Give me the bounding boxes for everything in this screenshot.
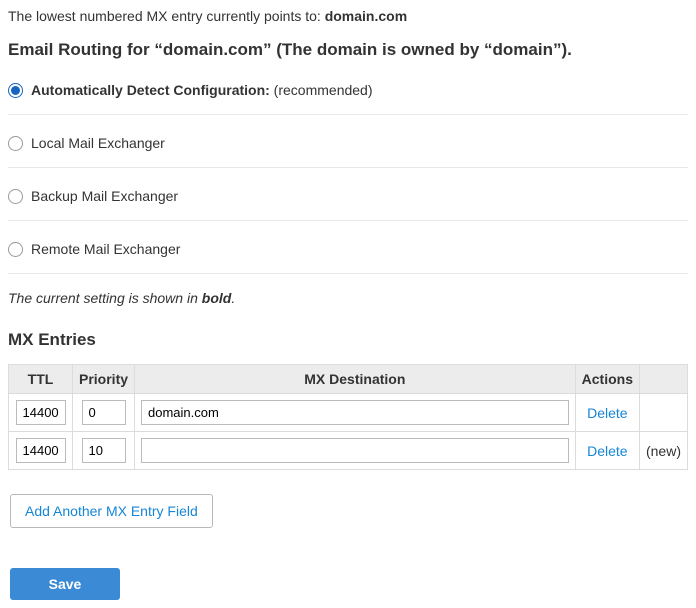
destination-input[interactable]: [141, 438, 569, 463]
ttl-input[interactable]: [16, 400, 66, 425]
th-actions: Actions: [575, 365, 639, 394]
routing-option-backup: Backup Mail Exchanger: [8, 184, 688, 221]
table-row: Delete: [9, 394, 688, 432]
th-destination: MX Destination: [135, 365, 576, 394]
mx-entries-table: TTL Priority MX Destination Actions Dele…: [8, 364, 688, 470]
save-button[interactable]: Save: [10, 568, 120, 600]
radio-local-label[interactable]: Local Mail Exchanger: [31, 135, 165, 151]
intro-prefix: The lowest numbered MX entry currently p…: [8, 8, 325, 24]
routing-option-local: Local Mail Exchanger: [8, 131, 688, 168]
radio-remote-label[interactable]: Remote Mail Exchanger: [31, 241, 180, 257]
mx-entries-heading: MX Entries: [8, 330, 688, 350]
radio-backup-label[interactable]: Backup Mail Exchanger: [31, 188, 178, 204]
priority-input[interactable]: [82, 438, 126, 463]
radio-auto-label[interactable]: Automatically Detect Configuration: (rec…: [31, 82, 373, 98]
table-row: Delete (new): [9, 432, 688, 470]
th-ttl: TTL: [9, 365, 73, 394]
routing-heading: Email Routing for “domain.com” (The doma…: [8, 40, 688, 60]
radio-remote[interactable]: [8, 242, 23, 257]
radio-auto[interactable]: [8, 83, 23, 98]
th-priority: Priority: [73, 365, 135, 394]
routing-option-auto: Automatically Detect Configuration: (rec…: [8, 78, 688, 115]
destination-input[interactable]: [141, 400, 569, 425]
intro-line: The lowest numbered MX entry currently p…: [8, 8, 688, 24]
routing-option-remote: Remote Mail Exchanger: [8, 237, 688, 274]
radio-local[interactable]: [8, 136, 23, 151]
ttl-input[interactable]: [16, 438, 66, 463]
th-suffix: [639, 365, 687, 394]
radio-backup[interactable]: [8, 189, 23, 204]
add-another-mx-button[interactable]: Add Another MX Entry Field: [10, 494, 213, 528]
priority-input[interactable]: [82, 400, 126, 425]
intro-target: domain.com: [325, 8, 407, 24]
current-setting-hint: The current setting is shown in bold.: [8, 290, 688, 306]
table-header-row: TTL Priority MX Destination Actions: [9, 365, 688, 394]
delete-link[interactable]: Delete: [587, 443, 627, 459]
row-suffix: (new): [646, 443, 681, 459]
delete-link[interactable]: Delete: [587, 405, 627, 421]
